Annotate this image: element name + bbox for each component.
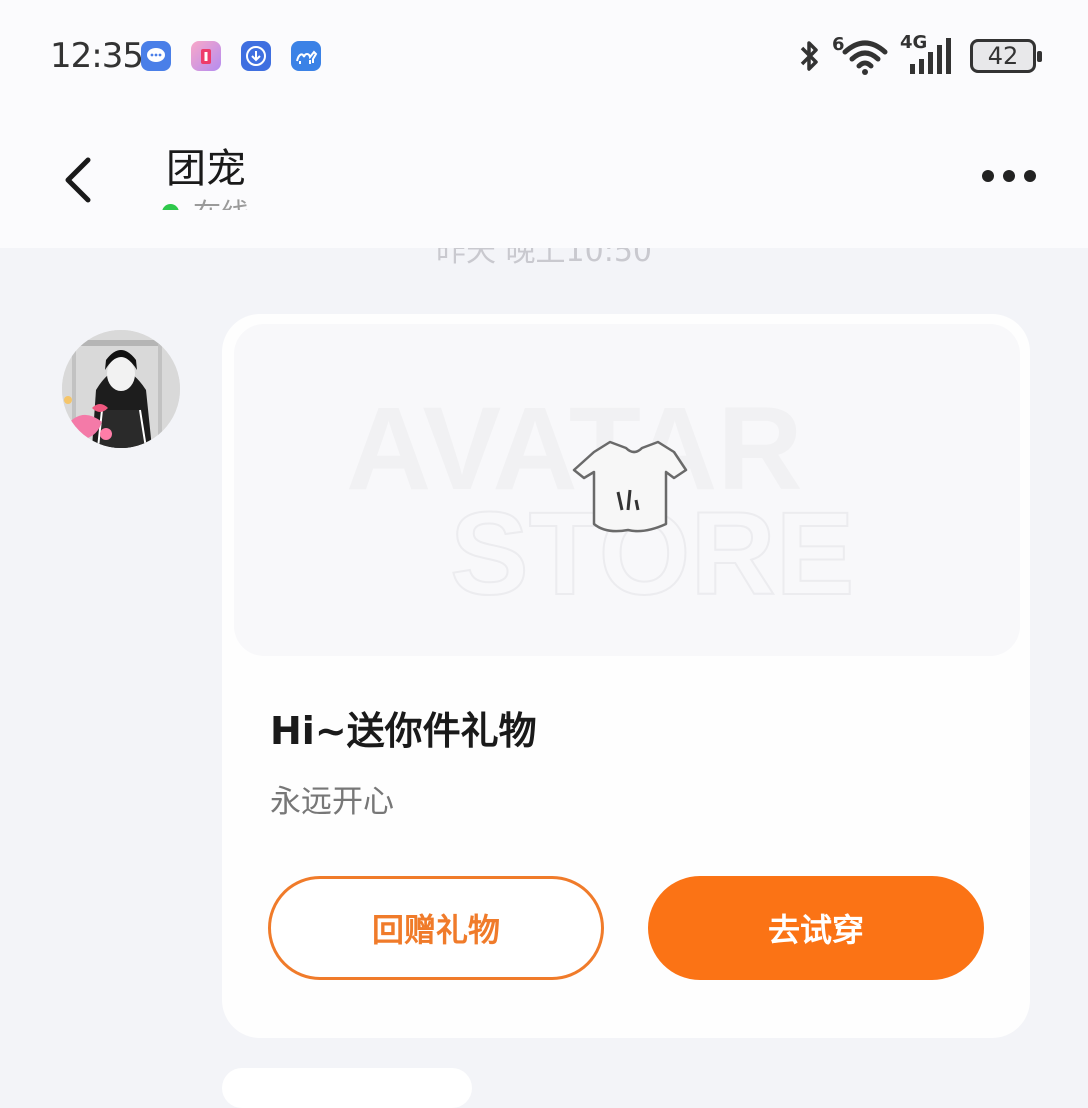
more-dot-icon	[1024, 170, 1036, 182]
gift-preview-image[interactable]: AVATAR STORE	[234, 324, 1020, 656]
return-gift-button[interactable]: 回赠礼物	[268, 876, 604, 980]
gift-message: 永远开心	[270, 784, 394, 820]
more-options-button[interactable]	[982, 170, 1036, 182]
pink-app-icon	[191, 41, 221, 71]
next-message-card[interactable]	[222, 1068, 472, 1108]
back-button[interactable]	[58, 154, 102, 206]
gift-message-card[interactable]: AVATAR STORE Hi~送你件礼物 永远开心 回赠礼物 去试穿	[222, 314, 1030, 1038]
battery-indicator: 42	[970, 39, 1042, 73]
more-dot-icon	[1003, 170, 1015, 182]
header-cover	[0, 210, 1088, 248]
chevron-left-icon	[65, 157, 91, 203]
gift-title: Hi~送你件礼物	[270, 709, 537, 753]
network-type: 4G	[900, 32, 928, 53]
message-app-icon	[141, 41, 171, 71]
camel-app-icon	[291, 41, 321, 71]
contact-name: 团宠	[166, 146, 246, 192]
status-time: 12:35	[50, 36, 144, 76]
bluetooth-icon	[800, 41, 818, 71]
status-bar: 12:35 6 4G 42	[0, 0, 1088, 110]
wifi-badge: 6	[832, 34, 845, 55]
more-dot-icon	[982, 170, 994, 182]
download-app-icon	[241, 41, 271, 71]
wifi-icon: 6	[832, 34, 890, 76]
system-status: 6 4G 42	[794, 32, 1042, 76]
cellular-signal-icon: 4G	[900, 32, 954, 76]
sender-avatar[interactable]	[62, 330, 180, 448]
try-on-button[interactable]: 去试穿	[648, 876, 984, 980]
